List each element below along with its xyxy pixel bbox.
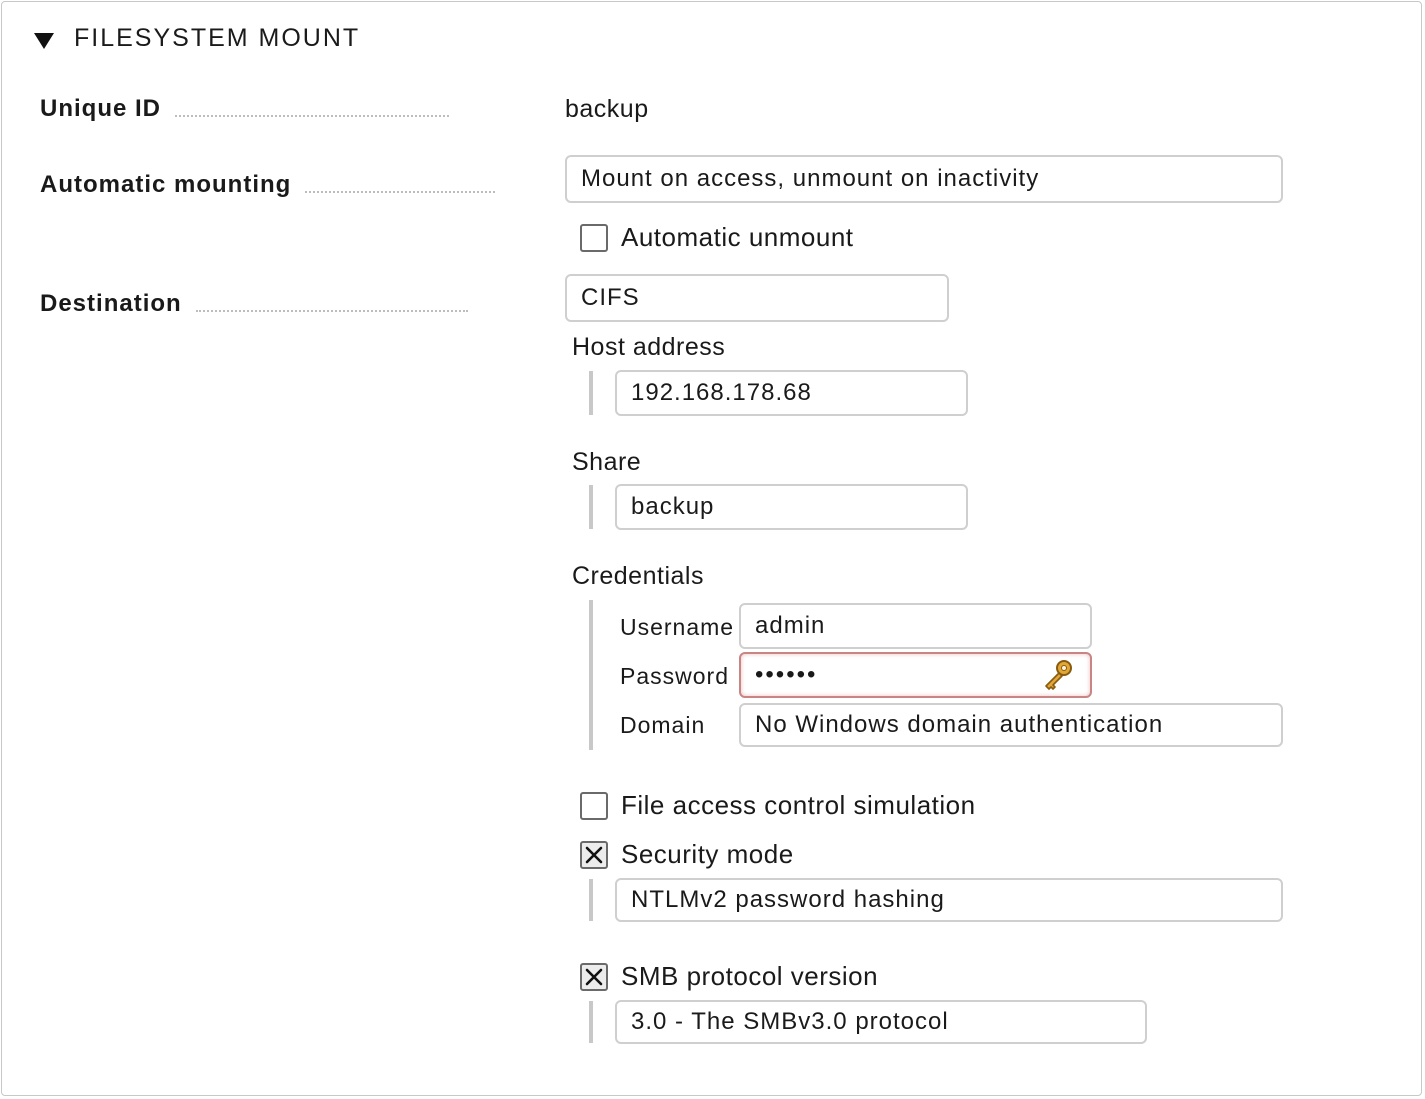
automatic-mounting-select[interactable]: Mount on access, unmount on inactivity [565,155,1283,203]
host-address-input[interactable]: 192.168.178.68 [615,370,968,416]
domain-select[interactable]: No Windows domain authentication [739,703,1283,747]
password-input[interactable]: •••••• [739,652,1092,698]
smb-protocol-select[interactable]: 3.0 - The SMBv3.0 protocol [615,1000,1147,1044]
share-value: backup [631,493,715,520]
automatic-unmount-label: Automatic unmount [621,222,854,252]
username-input[interactable]: admin [739,603,1092,649]
indent-bar [589,485,593,529]
security-mode-label: Security mode [621,839,794,869]
file-access-control-checkbox[interactable] [580,791,608,820]
triangle-down-icon[interactable] [34,33,54,49]
username-value: admin [755,612,826,639]
share-label: Share [572,448,642,476]
section-header[interactable]: FILESYSTEM MOUNT [34,22,360,54]
unique-id-label: Unique ID [40,95,161,122]
indent-bar [589,1001,593,1043]
destination-type-select[interactable]: CIFS [565,274,949,322]
label-dots [175,115,449,117]
security-mode-select[interactable]: NTLMv2 password hashing [615,878,1283,922]
unique-id-label-row: Unique ID [40,95,449,123]
automatic-mounting-value: Mount on access, unmount on inactivity [581,165,1040,192]
indent-bar [589,371,593,415]
destination-type-value: CIFS [581,284,640,311]
credentials-label: Credentials [572,562,704,590]
password-value: •••••• [755,661,818,688]
security-mode-value: NTLMv2 password hashing [631,886,945,913]
destination-label-row: Destination [40,290,468,318]
key-icon[interactable] [1040,657,1076,693]
host-address-label: Host address [572,333,726,361]
domain-label: Domain [620,712,706,738]
label-dots [305,191,496,193]
x-check-icon [585,968,603,985]
file-access-control-label: File access control simulation [621,790,976,820]
indent-bar [589,879,593,921]
security-mode-row[interactable]: Security mode [580,839,794,870]
password-label: Password [620,663,729,689]
section-title: FILESYSTEM MOUNT [74,23,361,52]
x-check-icon [585,846,603,863]
automatic-unmount-row[interactable]: Automatic unmount [580,222,854,253]
smb-protocol-checkbox[interactable] [580,962,608,991]
username-label: Username [620,614,735,640]
filesystem-mount-panel: FILESYSTEM MOUNT Unique ID backup Automa… [1,1,1422,1096]
smb-protocol-label: SMB protocol version [621,961,879,991]
share-input[interactable]: backup [615,484,968,530]
security-mode-checkbox[interactable] [580,840,608,869]
file-access-control-row[interactable]: File access control simulation [580,790,976,821]
unique-id-value: backup [565,95,649,123]
smb-protocol-row[interactable]: SMB protocol version [580,961,878,992]
smb-protocol-value: 3.0 - The SMBv3.0 protocol [631,1008,949,1035]
indent-bar [589,600,593,750]
domain-value: No Windows domain authentication [755,711,1164,738]
destination-label: Destination [40,290,182,317]
automatic-mounting-label: Automatic mounting [40,171,292,198]
automatic-mounting-label-row: Automatic mounting [40,171,496,199]
host-address-value: 192.168.178.68 [631,379,812,406]
label-dots [195,310,468,312]
automatic-unmount-checkbox[interactable] [580,223,608,252]
